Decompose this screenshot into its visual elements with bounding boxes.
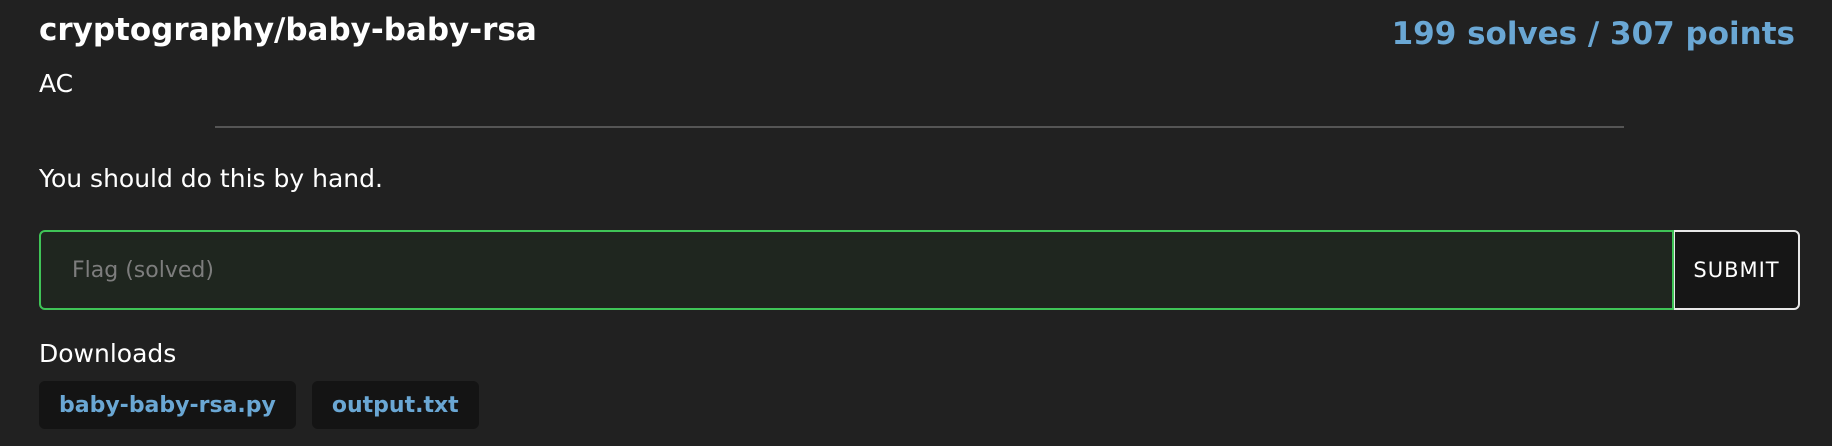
challenge-title: cryptography/baby-baby-rsa — [39, 12, 537, 48]
downloads-heading: Downloads — [39, 339, 177, 368]
submit-button[interactable]: SUBMIT — [1674, 230, 1800, 310]
challenge-author: AC — [39, 69, 74, 98]
flag-form: SUBMIT — [39, 230, 1800, 310]
challenge-description: You should do this by hand. — [39, 164, 383, 193]
challenge-card: cryptography/baby-baby-rsa 199 solves / … — [0, 0, 1832, 446]
flag-input[interactable] — [39, 230, 1674, 310]
download-link-baby-baby-rsa-py[interactable]: baby-baby-rsa.py — [39, 381, 296, 429]
downloads-list: baby-baby-rsa.py output.txt — [39, 381, 479, 429]
download-link-output-txt[interactable]: output.txt — [311, 381, 479, 429]
challenge-stats: 199 solves / 307 points — [1391, 16, 1795, 52]
divider — [215, 126, 1624, 128]
